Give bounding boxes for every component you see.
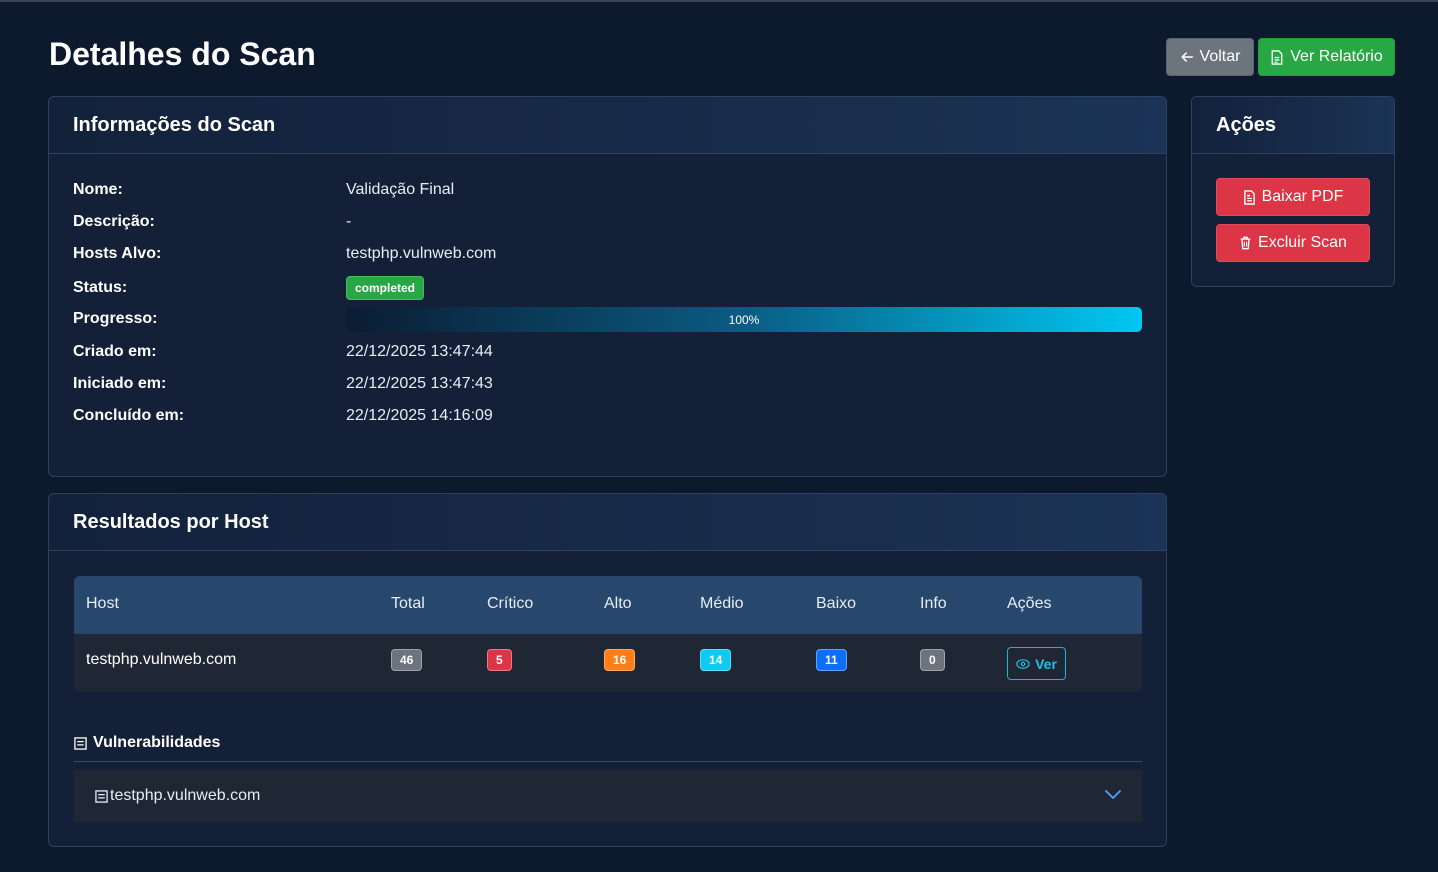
high-badge: 16 bbox=[604, 649, 636, 671]
column-medio: Médio bbox=[700, 595, 744, 612]
progress-bar: 100% bbox=[346, 307, 1142, 332]
info-label: Hosts Alvo: bbox=[73, 245, 162, 262]
list-icon bbox=[95, 789, 108, 803]
info-row-progress: Progresso: bbox=[73, 310, 346, 328]
progress-bar-fill: 100% bbox=[346, 307, 1142, 332]
info-row-hosts: Hosts Alvo: testphp.vulnweb.com bbox=[73, 245, 496, 263]
arrow-left-icon bbox=[1180, 52, 1193, 62]
info-value: 22/12/2025 14:16:09 bbox=[346, 407, 493, 424]
info-value: Validação Final bbox=[346, 181, 455, 198]
file-pdf-icon bbox=[1243, 189, 1255, 205]
info-label: Status: bbox=[73, 279, 128, 296]
results-table: Host Total Crítico Alto Médio Baixo Info… bbox=[74, 576, 1142, 692]
view-host-label: Ver bbox=[1035, 655, 1057, 672]
actions-card: Ações Baixar PDF Excluir Scan bbox=[1191, 96, 1395, 287]
column-host: Host bbox=[86, 595, 119, 612]
critical-badge: 5 bbox=[487, 649, 512, 671]
window-top-border bbox=[0, 0, 1438, 2]
view-host-button[interactable]: Ver bbox=[1007, 647, 1066, 680]
info-row-finished: Concluído em: 22/12/2025 14:16:09 bbox=[73, 407, 493, 425]
results-card: Resultados por Host Host Total Crítico A… bbox=[48, 493, 1167, 847]
list-icon bbox=[74, 736, 87, 750]
info-label: Progresso: bbox=[73, 310, 158, 327]
actions-header: Ações bbox=[1192, 97, 1394, 154]
info-row-description: Descrição: - bbox=[73, 213, 351, 231]
download-pdf-label: Baixar PDF bbox=[1261, 188, 1344, 205]
document-icon bbox=[1271, 49, 1283, 65]
status-badge: completed bbox=[346, 276, 425, 300]
progress-label: 100% bbox=[728, 312, 760, 327]
low-badge: 11 bbox=[816, 649, 847, 671]
table-row: testphp.vulnweb.com 46 5 16 14 11 0 Ver bbox=[74, 634, 1142, 692]
column-alto: Alto bbox=[604, 595, 632, 612]
info-label: Iniciado em: bbox=[73, 375, 167, 392]
info-badge: 0 bbox=[920, 649, 945, 671]
total-badge: 46 bbox=[391, 649, 423, 671]
info-row-created: Criado em: 22/12/2025 13:47:44 bbox=[73, 343, 493, 361]
info-label: Nome: bbox=[73, 181, 123, 198]
info-value: 22/12/2025 13:47:44 bbox=[346, 343, 493, 360]
chevron-down-icon[interactable] bbox=[1104, 788, 1122, 800]
table-header: Host Total Crítico Alto Médio Baixo Info… bbox=[74, 576, 1142, 634]
delete-scan-label: Excluir Scan bbox=[1258, 234, 1347, 251]
info-value: 22/12/2025 13:47:43 bbox=[346, 375, 493, 392]
page-title: Detalhes do Scan bbox=[49, 36, 316, 72]
info-value: - bbox=[346, 213, 352, 230]
divider bbox=[74, 761, 1142, 762]
column-acoes: Ações bbox=[1007, 595, 1052, 612]
medium-badge: 14 bbox=[700, 649, 732, 671]
info-row-name: Nome: Validação Final bbox=[73, 181, 454, 199]
back-button[interactable]: Voltar bbox=[1166, 38, 1254, 76]
info-label: Criado em: bbox=[73, 343, 157, 360]
column-critico: Crítico bbox=[487, 595, 534, 612]
vulnerabilities-heading: Vulnerabilidades bbox=[74, 734, 220, 752]
column-info: Info bbox=[920, 595, 947, 612]
host-accordion[interactable]: testphp.vulnweb.com bbox=[74, 770, 1142, 822]
delete-scan-button[interactable]: Excluir Scan bbox=[1216, 224, 1370, 262]
eye-icon bbox=[1016, 658, 1030, 669]
info-row-status: Status: completed bbox=[73, 276, 425, 300]
download-pdf-button[interactable]: Baixar PDF bbox=[1216, 178, 1370, 216]
column-baixo: Baixo bbox=[816, 595, 857, 612]
back-button-label: Voltar bbox=[1199, 48, 1241, 65]
trash-icon bbox=[1240, 236, 1251, 250]
scan-info-header: Informações do Scan bbox=[49, 97, 1166, 154]
view-report-button[interactable]: Ver Relatório bbox=[1258, 38, 1395, 76]
column-total: Total bbox=[391, 595, 425, 612]
info-row-started: Iniciado em: 22/12/2025 13:47:43 bbox=[73, 375, 493, 393]
host-cell: testphp.vulnweb.com bbox=[86, 651, 237, 668]
info-value: testphp.vulnweb.com bbox=[346, 245, 497, 262]
accordion-host-label: testphp.vulnweb.com bbox=[110, 787, 261, 804]
scan-info-card: Informações do Scan Nome: Validação Fina… bbox=[48, 96, 1167, 477]
info-label: Concluído em: bbox=[73, 407, 185, 424]
view-report-button-label: Ver Relatório bbox=[1290, 48, 1383, 65]
results-header: Resultados por Host bbox=[49, 494, 1166, 551]
info-label: Descrição: bbox=[73, 213, 155, 230]
vulnerabilities-title: Vulnerabilidades bbox=[93, 734, 221, 751]
